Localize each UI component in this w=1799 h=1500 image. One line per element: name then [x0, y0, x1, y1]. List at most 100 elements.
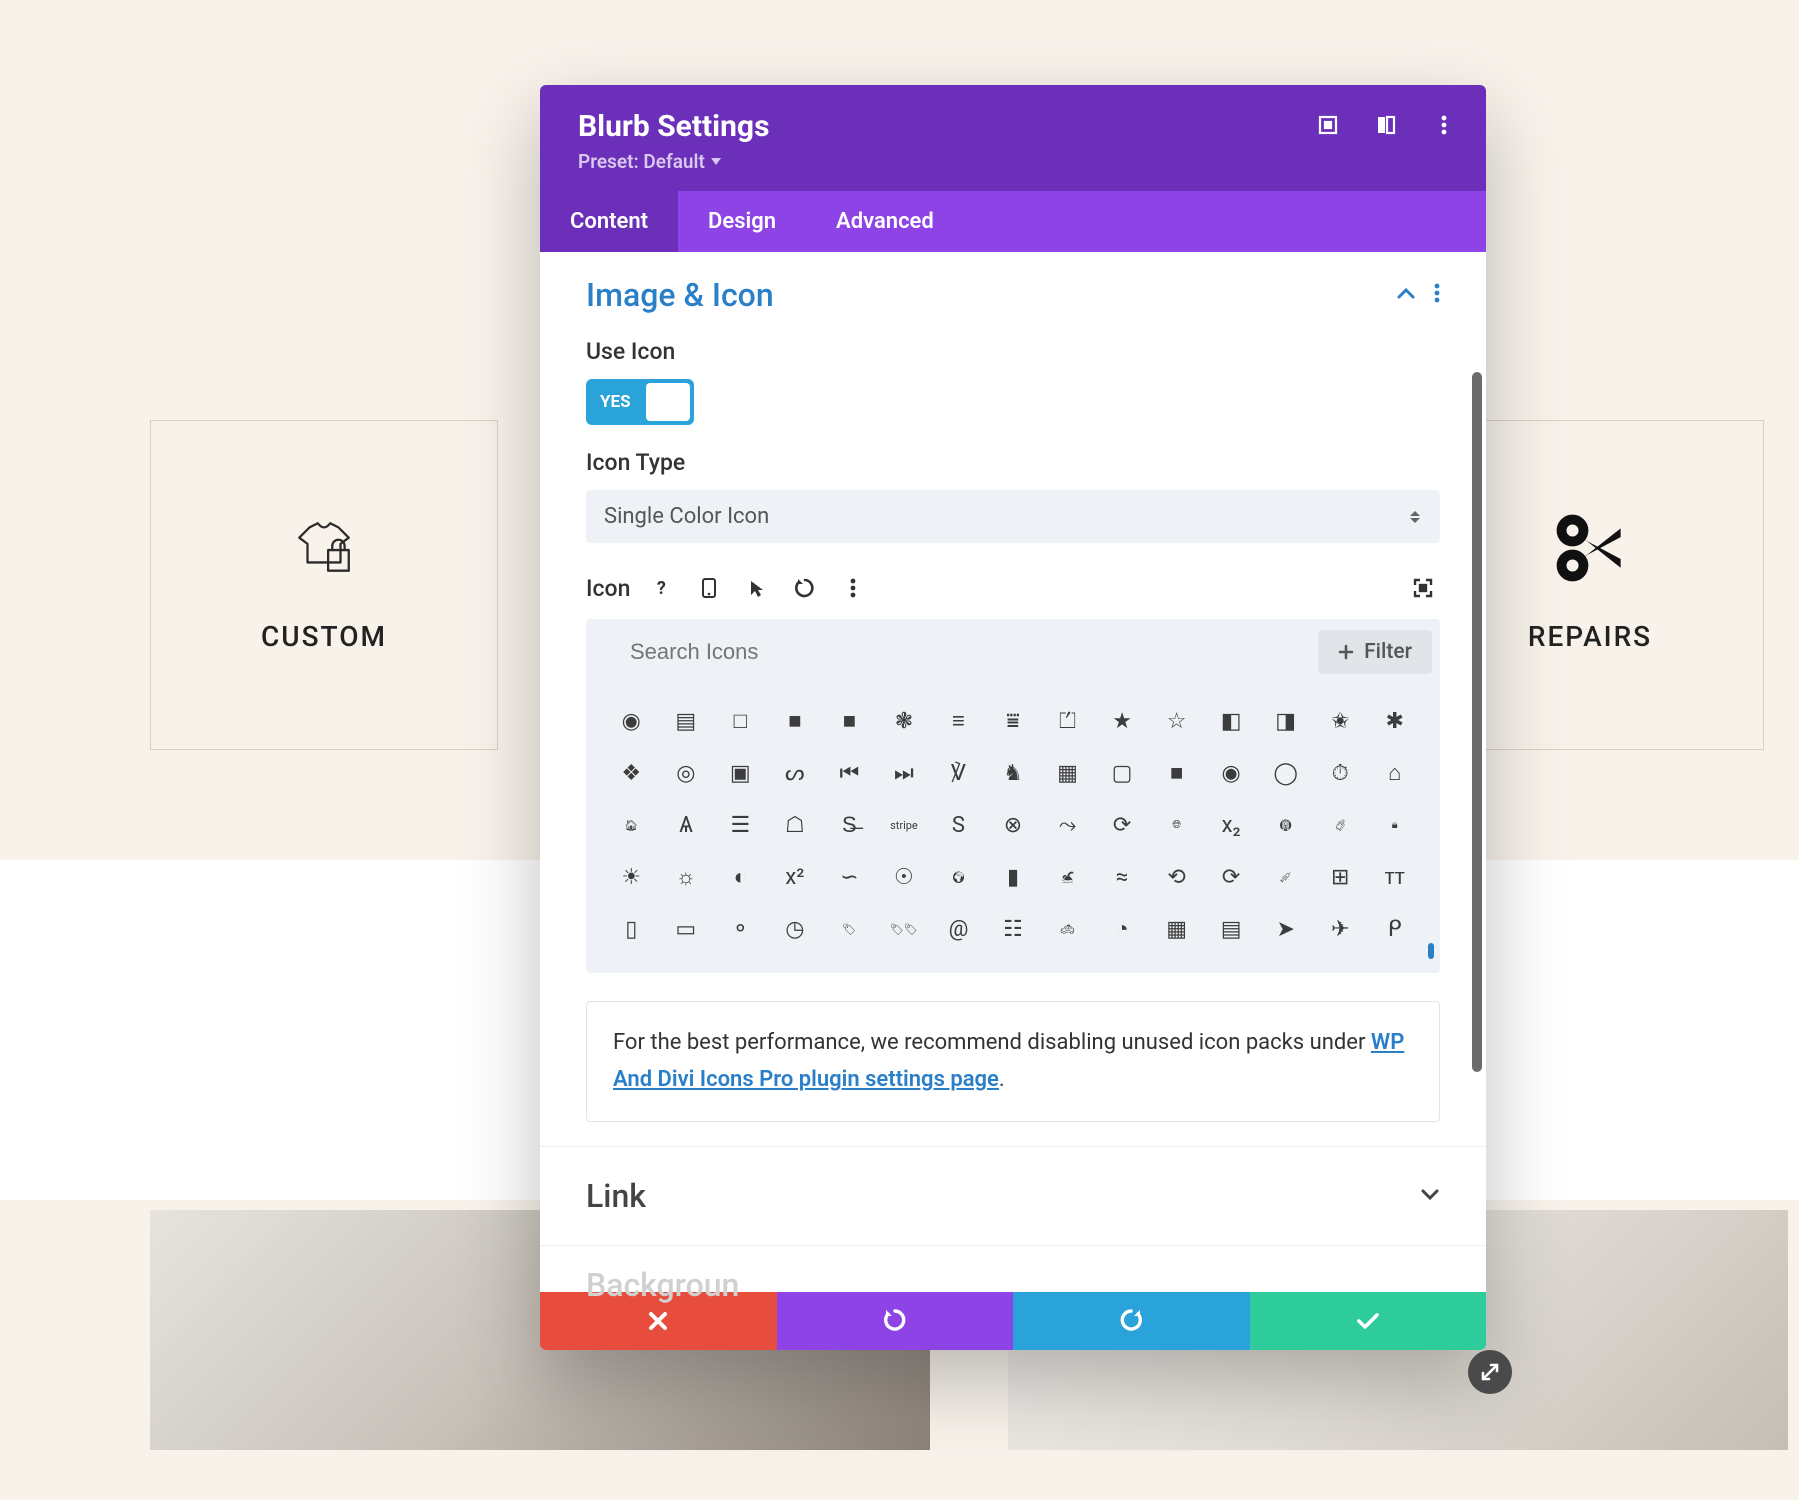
- filter-button[interactable]: Filter: [1318, 630, 1432, 674]
- star-half-icon[interactable]: ◧: [1204, 695, 1259, 747]
- dashboard-icon[interactable]: ◷: [768, 903, 823, 955]
- star-half-o-icon[interactable]: ◨: [1258, 695, 1313, 747]
- taxi-icon[interactable]: 🚕︎: [1040, 903, 1095, 955]
- tablet-alt-icon[interactable]: ▭: [659, 903, 714, 955]
- hover-icon[interactable]: [740, 571, 774, 605]
- device-icon[interactable]: [692, 571, 726, 605]
- teeth-open-icon[interactable]: ▤: [1204, 903, 1259, 955]
- use-icon-toggle[interactable]: YES: [586, 379, 694, 425]
- lock-icon[interactable]: 🔒︎: [1367, 799, 1422, 851]
- field-more-icon[interactable]: [836, 571, 870, 605]
- stamp-icon[interactable]: ⏍: [1040, 695, 1095, 747]
- stackoverflow-icon[interactable]: ⩸: [986, 695, 1041, 747]
- square-o-icon[interactable]: □: [713, 695, 768, 747]
- pills-icon[interactable]: ⚬: [713, 903, 768, 955]
- step-fwd-icon[interactable]: ⏭: [877, 747, 932, 799]
- syringe-icon[interactable]: 💉︎: [1258, 851, 1313, 903]
- square-fill-icon[interactable]: ■: [822, 695, 877, 747]
- help-icon[interactable]: ?: [644, 571, 678, 605]
- tasks-icon[interactable]: ☷: [986, 903, 1041, 955]
- tags-icon[interactable]: 🏷︎🏷︎: [877, 903, 932, 955]
- subway-icon[interactable]: 🚇︎: [1258, 799, 1313, 851]
- tab-content[interactable]: Content: [540, 191, 678, 252]
- sun-o-icon[interactable]: ☼: [659, 851, 714, 903]
- suitcase-icon[interactable]: 🧳︎: [1313, 799, 1368, 851]
- swimmer-icon[interactable]: 🏊︎: [1040, 851, 1095, 903]
- globe-icon[interactable]: 🌐︎: [1149, 799, 1204, 851]
- tencent-icon[interactable]: ᑭ: [1367, 903, 1422, 955]
- tag-icon[interactable]: 🏷︎: [822, 903, 877, 955]
- icon-type-select[interactable]: Single Color Icon: [586, 490, 1440, 543]
- surprise-icon[interactable]: ☉: [877, 851, 932, 903]
- blurb-card-custom[interactable]: CUSTOM: [150, 420, 498, 750]
- reset-icon[interactable]: [788, 571, 822, 605]
- section-link[interactable]: Link: [540, 1147, 1486, 1246]
- swatch-icon[interactable]: ▮: [986, 851, 1041, 903]
- plane-icon[interactable]: ✈: [1313, 903, 1368, 955]
- strava-icon[interactable]: Ѧ: [659, 799, 714, 851]
- stumble-icon[interactable]: ⟳: [1095, 799, 1150, 851]
- pool-icon[interactable]: ≈: [1095, 851, 1150, 903]
- stream-icon[interactable]: ☰: [713, 799, 768, 851]
- square-icon[interactable]: ■: [768, 695, 823, 747]
- street-view-icon[interactable]: ☖: [768, 799, 823, 851]
- layers-icon[interactable]: ❖: [604, 747, 659, 799]
- stop-circle-icon[interactable]: ◉: [1204, 747, 1259, 799]
- squarespace-icon[interactable]: ❃: [877, 695, 932, 747]
- icon-grid-scrollbar[interactable]: [1428, 943, 1434, 959]
- star-o-icon[interactable]: ☆: [1149, 695, 1204, 747]
- expand-icon[interactable]: [1316, 113, 1340, 137]
- tab-design[interactable]: Design: [678, 191, 806, 252]
- stroop-icon[interactable]: ⊗: [986, 799, 1041, 851]
- table-icon[interactable]: ⊞: [1313, 851, 1368, 903]
- teeth-icon[interactable]: ▦: [1149, 903, 1204, 955]
- store-icon[interactable]: ⌂: [1367, 747, 1422, 799]
- panel-scrollbar[interactable]: [1472, 372, 1482, 1072]
- steam-icon[interactable]: ◎: [659, 747, 714, 799]
- steam-sym-icon[interactable]: ᔕ: [768, 747, 823, 799]
- stack-icon[interactable]: ≡: [931, 695, 986, 747]
- stethoscope-icon[interactable]: ℣: [931, 747, 986, 799]
- collapse-icon[interactable]: [1396, 286, 1416, 305]
- snap-icon[interactable]: [1374, 113, 1398, 137]
- sticky-o-icon[interactable]: ▢: [1095, 747, 1150, 799]
- spray-can-icon[interactable]: ▤: [659, 695, 714, 747]
- step-back-icon[interactable]: ⏮: [822, 747, 877, 799]
- asterisk-icon[interactable]: ✱: [1367, 695, 1422, 747]
- stop-circle-o-icon[interactable]: ◯: [1258, 747, 1313, 799]
- star-half-alt-icon[interactable]: ✬: [1313, 695, 1368, 747]
- superscript-icon[interactable]: x²: [768, 851, 823, 903]
- star-icon[interactable]: ★: [1095, 695, 1150, 747]
- storefront-icon[interactable]: 🏠︎: [604, 799, 659, 851]
- telegram-icon[interactable]: ➤: [1258, 903, 1313, 955]
- teamspeak-icon[interactable]: ◔: [1095, 903, 1150, 955]
- supple-icon[interactable]: ∽: [822, 851, 877, 903]
- section-more-icon[interactable]: [1434, 283, 1440, 307]
- tt-icon[interactable]: ᴛᴛ: [1367, 851, 1422, 903]
- stripe-icon[interactable]: stripe: [877, 799, 932, 851]
- more-icon[interactable]: [1432, 113, 1456, 137]
- sun-icon[interactable]: ☀: [604, 851, 659, 903]
- sync-alt-icon[interactable]: ⟳: [1204, 851, 1259, 903]
- superpowers-icon[interactable]: ◐: [713, 851, 768, 903]
- globe-af-icon[interactable]: 🌍︎: [931, 851, 986, 903]
- strike-icon[interactable]: S̶: [822, 799, 877, 851]
- spotify-icon[interactable]: ◉: [604, 695, 659, 747]
- sticky-icon[interactable]: ▦: [1040, 747, 1095, 799]
- snail-icon[interactable]: @: [931, 903, 986, 955]
- subscript-icon[interactable]: x₂: [1204, 799, 1259, 851]
- horse-icon[interactable]: ♞: [986, 747, 1041, 799]
- stopwatch-icon[interactable]: ⏱: [1313, 747, 1368, 799]
- stripe-s-icon[interactable]: S: [931, 799, 986, 851]
- preset-dropdown[interactable]: Preset: Default: [578, 150, 1448, 173]
- resize-handle[interactable]: [1468, 1350, 1512, 1394]
- tablet-icon[interactable]: ▯: [604, 903, 659, 955]
- studiov-icon[interactable]: ⤳: [1040, 799, 1095, 851]
- section-background[interactable]: Backgroun: [540, 1246, 1486, 1310]
- search-icons-input[interactable]: [630, 627, 1318, 677]
- fullscreen-icon[interactable]: [1406, 571, 1440, 605]
- steam-sq-icon[interactable]: ▣: [713, 747, 768, 799]
- sync-icon[interactable]: ⟲: [1149, 851, 1204, 903]
- section-title[interactable]: Image & Icon: [586, 276, 774, 314]
- tab-advanced[interactable]: Advanced: [806, 191, 964, 252]
